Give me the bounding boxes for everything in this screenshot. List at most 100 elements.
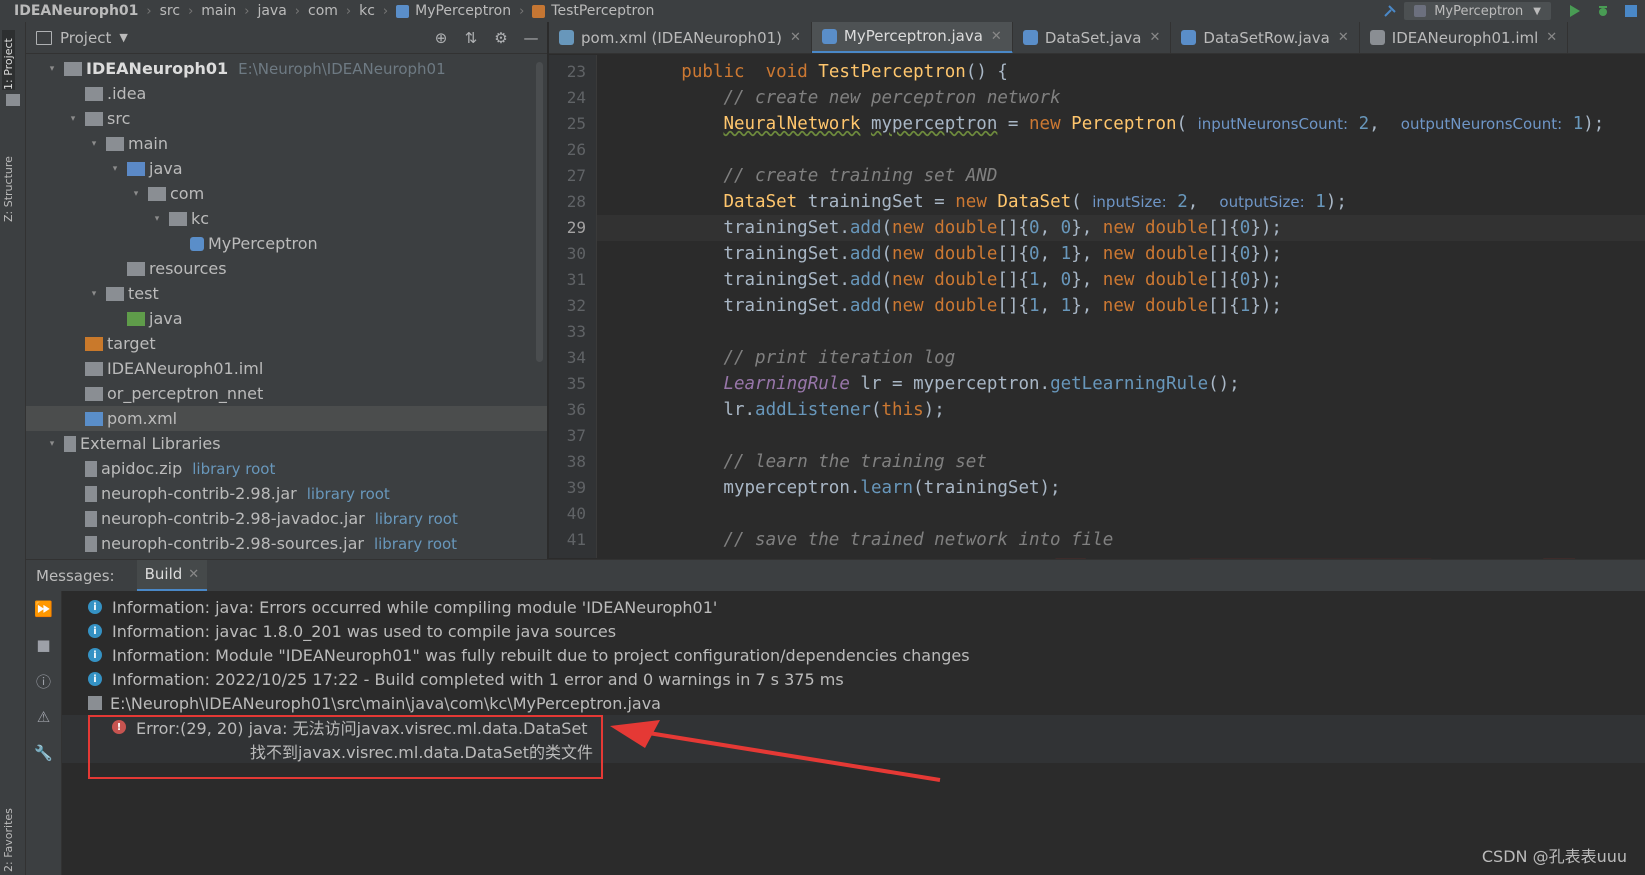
run-configuration-select[interactable]: MyPerceptron ▼	[1404, 2, 1551, 20]
close-icon[interactable]: ✕	[790, 30, 801, 45]
code-token: 2	[1358, 114, 1370, 134]
warning-filter-icon[interactable]: ⚠	[26, 699, 61, 735]
code-line[interactable]: LearningRule lr = myperceptron.getLearni…	[597, 371, 1645, 397]
info-filter-icon[interactable]: ⓘ	[26, 663, 61, 699]
code-line[interactable]	[597, 137, 1645, 163]
code-line[interactable]: public void TestPerceptron() {	[597, 59, 1645, 85]
build-hammer-icon[interactable]	[1382, 3, 1398, 19]
code-line[interactable]: trainingSet.add(new double[]{1, 1}, new …	[597, 293, 1645, 319]
breadcrumb-item[interactable]: java	[257, 3, 286, 19]
code-line[interactable]	[597, 319, 1645, 345]
line-number: 34	[566, 348, 586, 367]
coverage-icon[interactable]	[1623, 3, 1639, 19]
project-tool-tab[interactable]: 1: Project	[2, 30, 15, 90]
breadcrumb-item[interactable]: kc	[359, 3, 375, 19]
tree-item[interactable]: ▾ External Libraries	[26, 431, 547, 456]
tree-item[interactable]: neuroph-contrib-2.98-javadoc.jar library …	[26, 506, 547, 531]
editor-tab[interactable]: DataSet.java ✕	[1013, 22, 1172, 53]
close-icon[interactable]: ✕	[1149, 30, 1160, 45]
hide-panel-icon[interactable]: —	[521, 28, 541, 48]
breadcrumb-item[interactable]: main	[201, 3, 236, 19]
code-line[interactable]: NeuralNetwork myperceptron = new Percept…	[597, 111, 1645, 137]
code-line[interactable]	[597, 501, 1645, 527]
tree-item[interactable]: IDEANeuroph01.iml	[26, 356, 547, 381]
expand-arrow-icon[interactable]: ▾	[88, 139, 100, 149]
message-line[interactable]: i Information: 2022/10/25 17:22 - Build c…	[62, 667, 1645, 691]
expand-arrow-icon[interactable]: ▾	[130, 189, 142, 199]
editor-tab[interactable]: pom.xml (IDEANeuroph01) ✕	[549, 22, 812, 53]
code-line[interactable]	[597, 423, 1645, 449]
tree-item[interactable]: or_perceptron_nnet	[26, 381, 547, 406]
code-line[interactable]: trainingSet.add(new double[]{0, 0}, new …	[597, 215, 1645, 241]
rerun-icon[interactable]: ⏩	[26, 591, 61, 627]
tree-item[interactable]: ▾ kc	[26, 206, 547, 231]
breadcrumb-item[interactable]: src	[160, 3, 180, 19]
error-message-line[interactable]: ! Error:(29, 20) java: 无法访问javax.visrec.m…	[62, 715, 1645, 739]
code-line[interactable]: // learn the training set	[597, 449, 1645, 475]
code-line[interactable]: // create training set AND	[597, 163, 1645, 189]
expand-arrow-icon[interactable]: ▾	[109, 164, 121, 174]
code-line[interactable]: DataSet trainingSet = new DataSet( input…	[597, 189, 1645, 215]
close-icon[interactable]: ✕	[991, 29, 1002, 44]
tree-item[interactable]: neuroph-contrib-2.98.jar library root	[26, 481, 547, 506]
code-line[interactable]: myperceptron.learn(trainingSet);	[597, 475, 1645, 501]
tree-item[interactable]: ▾ IDEANeuroph01 E:\Neuroph\IDEANeuroph01	[26, 56, 547, 81]
breadcrumb-item[interactable]: MyPerceptron	[396, 3, 511, 19]
code-line[interactable]: // save the trained network into file	[597, 527, 1645, 553]
tree-item[interactable]: MyPerceptron	[26, 231, 547, 256]
tree-item[interactable]: ▾ java	[26, 156, 547, 181]
expand-arrow-icon[interactable]: ▾	[46, 439, 58, 449]
breadcrumb-item[interactable]: TestPerceptron	[532, 3, 654, 19]
tree-item[interactable]: neuroph-contrib-2.98-sources.jar library …	[26, 531, 547, 556]
message-line[interactable]: i Information: javac 1.8.0_201 was used t…	[62, 619, 1645, 643]
breadcrumb-item[interactable]: com	[308, 3, 338, 19]
expand-arrow-icon[interactable]: ▾	[67, 114, 79, 124]
tree-item[interactable]: target	[26, 331, 547, 356]
debug-icon[interactable]	[1595, 3, 1611, 19]
collapse-all-icon[interactable]: ⇅	[461, 28, 481, 48]
message-file-line[interactable]: E:\Neuroph\IDEANeuroph01\src\main\java\c…	[62, 691, 1645, 715]
tree-item[interactable]: .idea	[26, 81, 547, 106]
line-number: 23	[566, 62, 586, 81]
favorites-tool-tab[interactable]: 2: Favorites	[2, 792, 15, 872]
tree-item[interactable]: java	[26, 306, 547, 331]
code-line[interactable]: trainingSet.add(new double[]{0, 1}, new …	[597, 241, 1645, 267]
editor-tab-label: pom.xml (IDEANeuroph01)	[581, 28, 783, 47]
error-detail-line[interactable]: 找不到javax.visrec.ml.data.DataSet的类文件	[62, 739, 1645, 763]
tree-item[interactable]: ▾ src	[26, 106, 547, 131]
close-icon[interactable]: ✕	[1546, 30, 1557, 45]
tree-item[interactable]: ▾ main	[26, 131, 547, 156]
editor-tab[interactable]: IDEANeuroph01.iml ✕	[1360, 22, 1569, 53]
code-line[interactable]: trainingSet.add(new double[]{1, 0}, new …	[597, 267, 1645, 293]
chevron-down-icon[interactable]: ▼	[119, 31, 127, 44]
expand-arrow-icon[interactable]: ▾	[151, 214, 163, 224]
code-line[interactable]: lr.addListener(this);	[597, 397, 1645, 423]
wrench-icon[interactable]: 🔧	[26, 735, 61, 771]
structure-tool-tab[interactable]: Z: Structure	[2, 132, 15, 222]
close-icon[interactable]: ✕	[188, 567, 199, 582]
message-line[interactable]: i Information: Module "IDEANeuroph01" was…	[62, 643, 1645, 667]
tree-item[interactable]: pom.xml	[26, 406, 547, 431]
tree-item[interactable]: resources	[26, 256, 547, 281]
class-icon	[1181, 30, 1197, 45]
project-scrollbar[interactable]	[536, 62, 543, 362]
close-icon[interactable]: ✕	[1338, 30, 1349, 45]
expand-arrow-icon[interactable]: ▾	[46, 64, 58, 74]
tree-item[interactable]: apidoc.zip library root	[26, 456, 547, 481]
code-line[interactable]: // create new perceptron network	[597, 85, 1645, 111]
message-line[interactable]: i Information: java: Errors occurred whil…	[62, 595, 1645, 619]
expand-arrow-icon[interactable]: ▾	[88, 289, 100, 299]
breadcrumb-item[interactable]: IDEANeuroph01	[14, 3, 138, 19]
editor-tab[interactable]: DataSetRow.java ✕	[1171, 22, 1360, 53]
run-icon[interactable]	[1567, 3, 1583, 19]
tree-item[interactable]: ▾ test	[26, 281, 547, 306]
code-line[interactable]: // print iteration log	[597, 345, 1645, 371]
locate-file-icon[interactable]: ⊕	[431, 28, 451, 48]
tree-item[interactable]: ▾ com	[26, 181, 547, 206]
gear-icon[interactable]: ⚙	[491, 28, 511, 48]
editor-tab[interactable]: MyPerceptron.java ✕	[811, 22, 1013, 53]
library-icon	[64, 435, 76, 452]
stop-icon[interactable]: ■	[26, 627, 61, 663]
code-editor[interactable]: public void TestPerceptron() { // create…	[597, 55, 1645, 558]
tab-build[interactable]: Build ✕	[136, 559, 208, 592]
